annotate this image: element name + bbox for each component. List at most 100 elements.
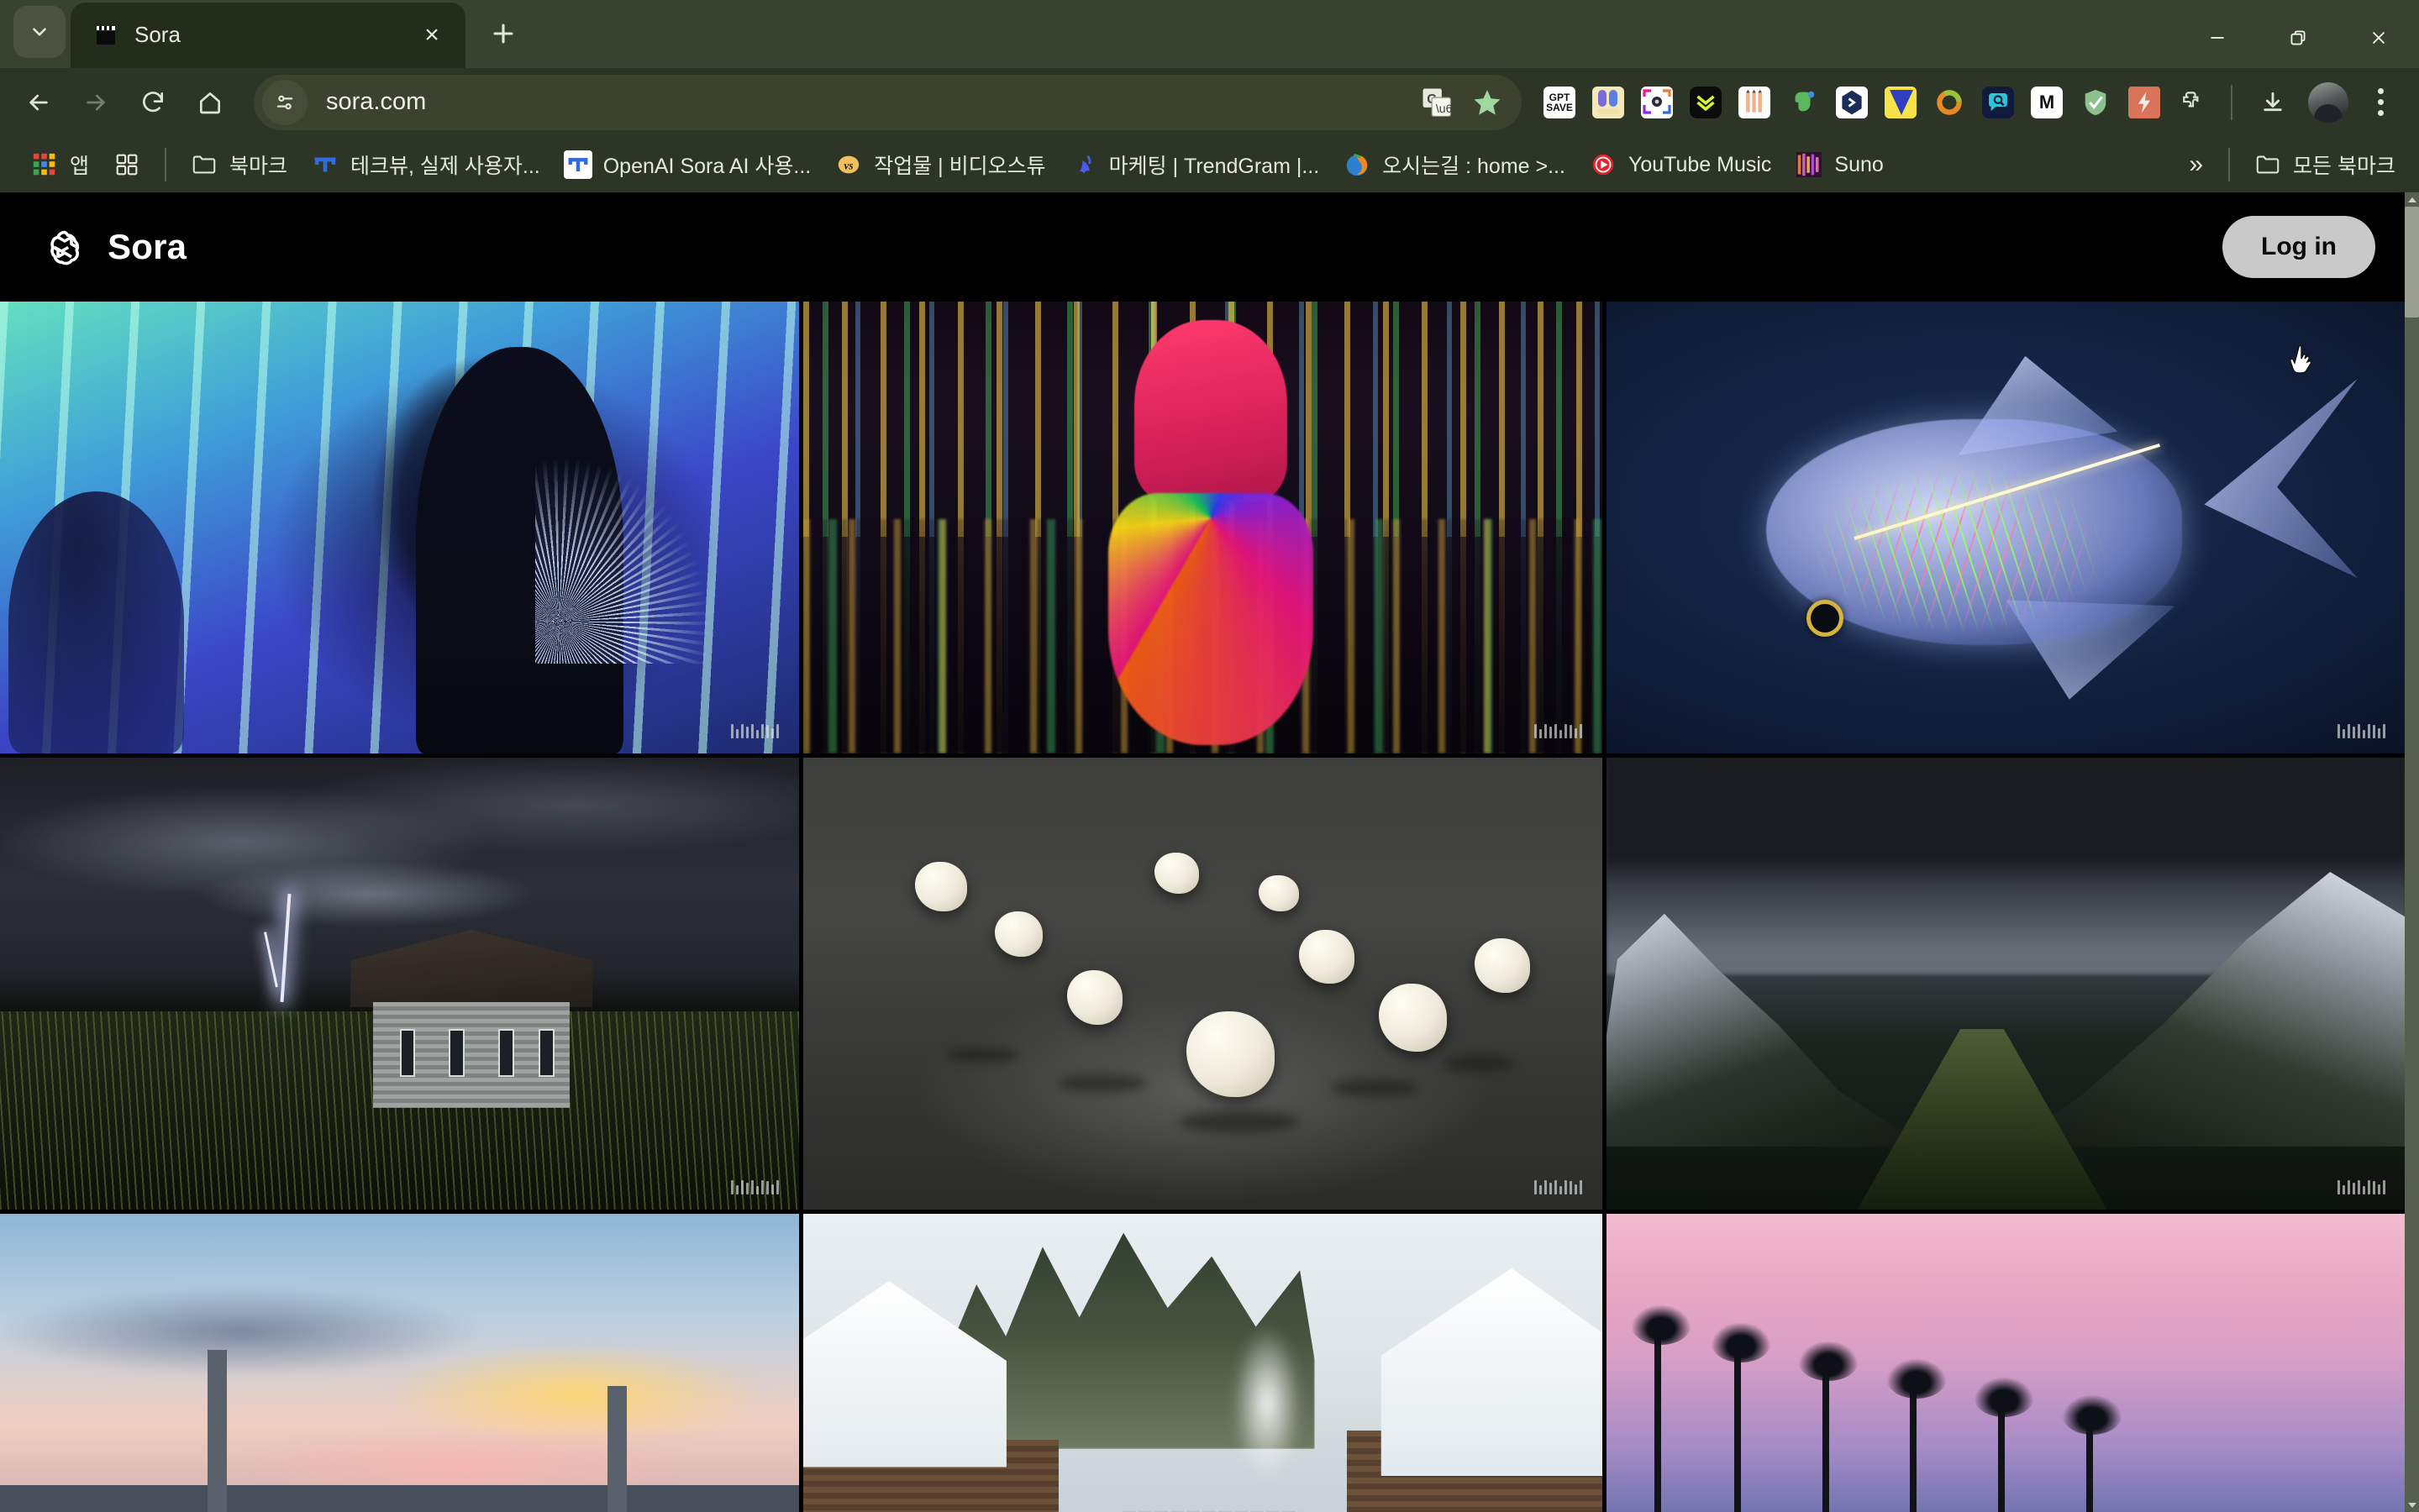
bookmark-trendgram[interactable]: 마케팅 | TrendGram |... [1058,143,1332,186]
extension-liner[interactable] [1584,76,1633,129]
tab-sora[interactable]: Sora × [71,2,465,68]
tab-search-button[interactable] [13,5,66,58]
tile-snow-village[interactable] [803,1214,1602,1512]
svg-text:\u6587: \u6587 [1436,102,1454,115]
extension-search-chat[interactable] [1974,76,2022,129]
reload-button[interactable] [126,76,180,129]
star-icon [1474,89,1501,115]
extension-gptsave[interactable]: GPT SAVE [1535,76,1584,129]
tile-artwork [1607,1214,2406,1512]
bookmark-directions[interactable]: 오시는길 : home >... [1331,143,1577,186]
chevron-down-icon [33,28,46,36]
page-scrollbar[interactable] [2405,192,2419,1512]
extension-evernote[interactable] [1779,76,1827,129]
bookmarks-overflow-button[interactable]: » [2175,145,2217,184]
figure-right [415,347,623,754]
bookmark-youtube-music[interactable]: YouTube Music [1577,144,1783,186]
bookmark-label: Suno [1834,152,1884,176]
login-button[interactable]: Log in [2222,216,2375,279]
browser-toolbar: sora.com G \u6587 [0,67,2419,137]
tile-storm-barn[interactable] [0,758,799,1210]
plus-icon [493,24,513,44]
extension-medium[interactable]: M [2022,76,2071,129]
bookmark-apps[interactable]: 앱 [18,143,101,186]
openai-sora-logo-icon [42,224,87,270]
extension-bolt[interactable] [2120,76,2169,129]
tile-artwork [0,758,799,1210]
vs-icon: vs [834,150,863,179]
downloads-button[interactable] [2246,76,2300,129]
extension-bluedot[interactable] [1827,76,1876,129]
profile-avatar[interactable] [2308,81,2348,123]
extension-screenshot[interactable] [1633,76,1681,129]
extensions-puzzle-button[interactable] [2169,76,2217,129]
tile-bridge-sunset[interactable] [0,1214,799,1512]
restore-icon [2290,30,2306,45]
bookmark-openai-sora-guide[interactable]: OpenAI Sora AI 사용... [552,143,823,186]
sora-watermark-icon [731,724,779,739]
home-icon [200,92,220,114]
tile-artwork [803,758,1602,1210]
omnibox-actions: G \u6587 [1414,80,1510,125]
new-tab-button[interactable] [477,8,529,60]
search-chat-icon [1989,92,2007,111]
scrollbar-thumb[interactable] [2405,207,2419,318]
translate-button[interactable]: G \u6587 [1414,80,1459,125]
extension-pencils[interactable] [1730,76,1779,129]
close-window-button[interactable] [2338,0,2419,76]
forward-button[interactable] [69,76,123,129]
address-bar[interactable]: sora.com G \u6587 [254,74,1522,130]
techview-icon [311,150,339,179]
bookmark-star-button[interactable] [1465,80,1510,125]
minimize-icon [2211,37,2224,39]
bookmark-suno[interactable]: Suno [1783,144,1895,186]
bookmark-folder-bukmark[interactable]: 북마크 [178,143,299,186]
chrome-menu-button[interactable] [2357,76,2404,129]
extension-yellow-blue[interactable] [1876,76,1925,129]
swirl-icon [1343,150,1371,179]
tile-alpine-valley[interactable] [1607,758,2406,1210]
screenshot-capture-icon [1643,89,1671,114]
tab-close-button[interactable]: × [413,17,450,54]
extension-listly[interactable] [1681,76,1730,129]
tile-palm-sunset[interactable] [1607,1214,2406,1512]
extensions-strip: GPT SAVE M [1535,76,2217,129]
google-apps-icon [30,150,59,179]
extension-label: GPT SAVE [1546,91,1573,113]
bookmarks-divider [2228,148,2231,182]
bookmark-techview[interactable]: 테크뷰, 실제 사용자... [299,143,552,186]
maximize-button[interactable] [2258,0,2338,76]
liner-icon [1596,89,1620,114]
bookmark-label: 오시는길 : home >... [1382,155,1565,179]
minimize-button[interactable] [2177,0,2258,76]
scrollbar-down-button[interactable] [2405,1498,2419,1512]
home-button[interactable] [183,76,237,129]
bolt-icon [2138,92,2151,113]
bookmark-apps-grid[interactable] [101,144,153,186]
tile-artwork [0,1214,799,1512]
bookmark-label: YouTube Music [1628,152,1772,176]
tile-neon-angel[interactable] [0,302,799,754]
tile-xray-fish[interactable] [1607,302,2406,754]
kebab-dot [2377,110,2384,117]
extension-orange-ring[interactable] [1925,76,1974,129]
bookmark-all-bookmarks[interactable]: 모든 북마크 [2242,143,2407,186]
tile-neon-city[interactable] [803,302,1602,754]
bookmark-label: 북마크 [229,155,288,179]
bookmark-videostew[interactable]: vs 작업물 | 비디오스튜 [823,143,1057,186]
chevrons-down-icon [1696,95,1715,112]
suno-icon [1795,150,1823,179]
tile-popcorn[interactable] [803,758,1602,1210]
url-text[interactable]: sora.com [326,88,1414,116]
kebab-dot [2377,99,2384,106]
tile-artwork [0,302,799,754]
kebab-dot [2377,88,2384,95]
sora-site-header: Sora Log in [0,192,2419,302]
grid-squares-icon [113,150,141,179]
sora-home-link[interactable]: Sora [42,224,187,270]
back-button[interactable] [12,76,66,129]
extension-adblock-shield[interactable] [2071,76,2120,129]
site-info-button[interactable] [262,79,308,125]
scrollbar-up-button[interactable] [2405,192,2419,207]
ring-icon [1937,90,1962,115]
